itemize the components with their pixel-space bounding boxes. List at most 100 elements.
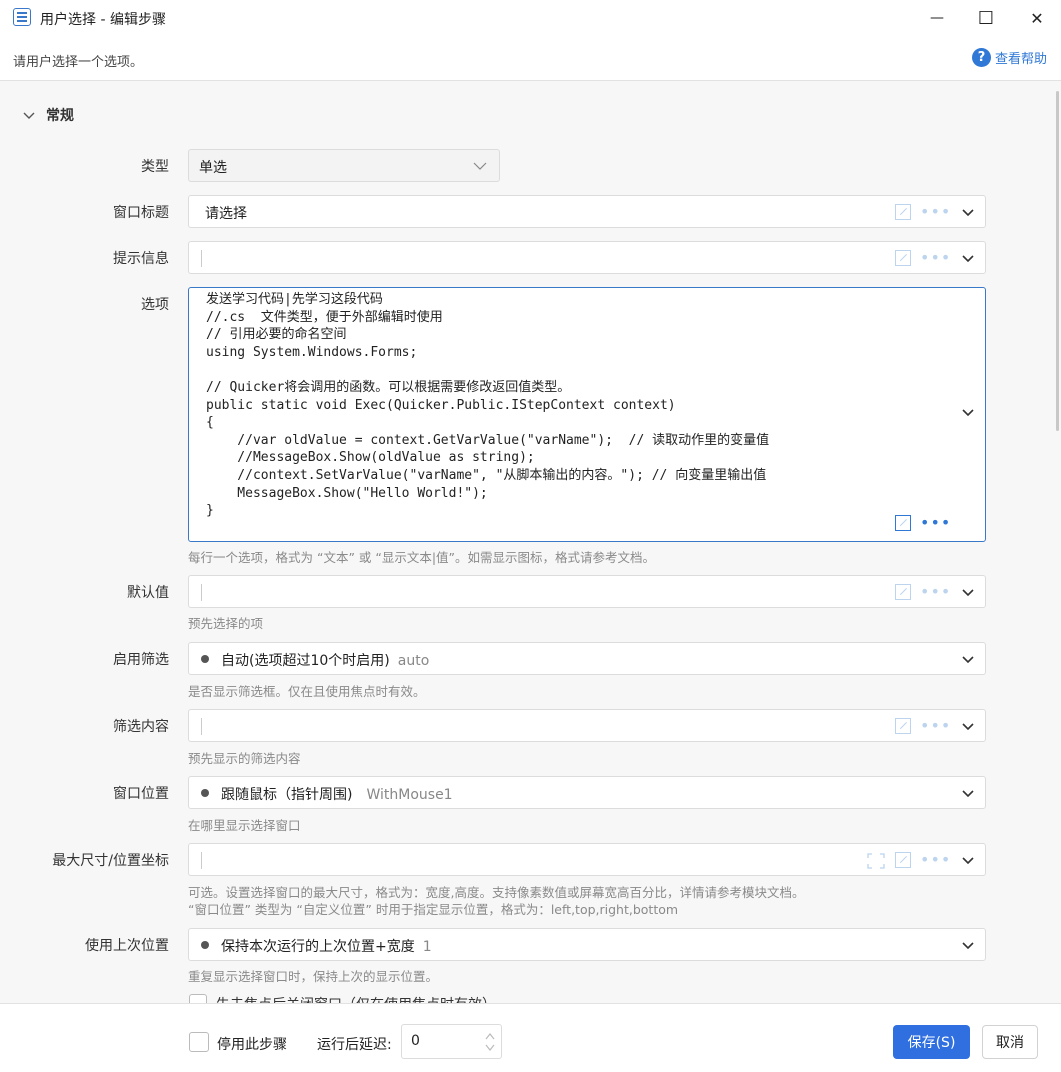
use-last-position-select[interactable]: 保持本次运行的上次位置+宽度 1 [188,928,986,961]
title-bar: 用户选择 - 编辑步骤 — ☐ ✕ [0,0,1061,36]
type-label: 类型 [141,159,169,175]
max-size-hint-line2: “窗口位置” 类型为 “自定义位置” 时用于指定显示位置，格式为：left,to… [188,902,679,917]
type-select[interactable]: 单选 [188,149,500,182]
options-editor[interactable]: 发送学习代码|先学习这段代码 //.cs 文件类型，便于外部编辑时使用 // 引用必… [188,287,986,542]
chevron-down-icon[interactable] [961,405,975,419]
expand-editor-icon[interactable] [895,852,911,868]
expand-editor-icon[interactable] [895,204,911,220]
enable-filter-value: 自动(选项超过10个时启用) auto [221,653,430,669]
window-title-label: 窗口标题 [113,205,169,221]
options-line: 发送学习代码|先学习这段代码 [206,292,383,307]
screen-region-icon[interactable] [867,853,885,869]
options-line: using System.Windows.Forms; [206,344,418,360]
enable-filter-hint: 是否显示筛选框。仅在且使用焦点时有效。 [188,684,426,699]
default-value-input[interactable]: ••• [188,575,986,608]
window-title-value: 请选择 [205,206,247,222]
options-line: //MessageBox.Show(oldValue as string); [206,450,535,466]
options-text[interactable]: 发送学习代码|先学习这段代码 //.cs 文件类型，便于外部编辑时使用 // 引用必… [206,291,769,520]
settings-panel[interactable]: 常规 类型 单选 窗口标题 请选择 ••• 提示信息 ••• 选项 发送学习代码… [0,81,1061,1003]
window-title: 用户选择 - 编辑步骤 [40,12,166,28]
more-options-icon[interactable]: ••• [920,515,951,531]
expand-editor-icon[interactable] [895,584,911,600]
chevron-down-icon[interactable] [961,938,975,952]
type-value: 单选 [199,160,227,176]
expand-editor-icon[interactable] [895,250,911,266]
option-dot-icon [201,789,209,797]
use-last-position-hint: 重复显示选择窗口时，保持上次的显示位置。 [188,969,439,984]
chevron-down-icon[interactable] [961,585,975,599]
window-position-hint: 在哪里显示选择窗口 [188,818,301,833]
default-value-hint: 预先选择的项 [188,616,264,631]
window-position-value: 跟随鼠标（指针周围) WithMouse1 [221,787,453,803]
max-size-input[interactable]: ••• [188,843,986,876]
more-options-icon[interactable]: ••• [920,204,951,220]
step-description: 请用户选择一个选项。 [13,55,144,70]
disable-step-label: 停用此步骤 [217,1037,287,1053]
close-on-blur-checkbox[interactable] [189,994,207,1003]
options-line: public static void Exec(Quicker.Public.I… [206,397,676,413]
text-cursor [201,718,202,735]
help-link[interactable]: ? 查看帮助 [971,48,1047,67]
description-bar: 请用户选择一个选项。 ? 查看帮助 [0,36,1061,81]
more-options-icon[interactable]: ••• [920,718,951,734]
enable-filter-select[interactable]: 自动(选项超过10个时启用) auto [188,642,986,675]
close-icon: ✕ [1030,8,1044,28]
chevron-down-icon[interactable] [961,251,975,265]
use-last-position-label: 使用上次位置 [85,938,169,954]
default-value-label: 默认值 [127,585,169,601]
max-size-label: 最大尺寸/位置坐标 [52,853,169,869]
chevron-down-icon[interactable] [961,652,975,666]
expand-editor-icon[interactable] [895,718,911,734]
options-line: // Quicker将会调用的函数。可以根据需要修改返回值类型。 [206,379,571,395]
more-options-icon[interactable]: ••• [920,250,951,266]
maximize-button[interactable]: ☐ [963,0,1009,36]
text-cursor [201,250,202,267]
save-button[interactable]: 保存(S) [893,1025,970,1059]
option-dot-icon [201,941,209,949]
minimize-button[interactable]: — [914,0,960,36]
maximize-icon: ☐ [977,7,995,29]
close-button[interactable]: ✕ [1014,0,1060,36]
filter-content-label: 筛选内容 [113,719,169,735]
options-line: } [206,503,214,519]
app-list-icon [13,8,31,26]
stepper-arrows-icon[interactable] [484,1031,496,1053]
window-position-select[interactable]: 跟随鼠标（指针周围) WithMouse1 [188,776,986,809]
cancel-button[interactable]: 取消 [982,1025,1038,1059]
footer-bar: 停用此步骤 运行后延迟: 0 保存(S) 取消 [0,1003,1061,1072]
chevron-down-icon[interactable] [961,719,975,733]
section-general-header[interactable]: 常规 [22,105,74,125]
text-cursor [201,852,202,869]
more-options-icon[interactable]: ••• [920,852,951,868]
chevron-down-icon[interactable] [961,853,975,867]
options-line: // 引用必要的命名空间 [206,327,347,343]
minimize-icon: — [930,10,944,26]
prompt-label: 提示信息 [113,251,169,267]
filter-content-input[interactable]: ••• [188,709,986,742]
disable-step-checkbox[interactable] [189,1032,209,1052]
window-title-input[interactable]: 请选择 ••• [188,195,986,228]
delay-stepper[interactable]: 0 [401,1024,502,1059]
scrollbar-thumb[interactable] [1056,91,1059,431]
enable-filter-label: 启用筛选 [113,652,169,668]
expand-editor-icon[interactable] [895,515,911,531]
options-line: //var oldValue = context.GetVarValue("va… [206,432,770,448]
options-line [206,361,769,379]
help-label: 查看帮助 [994,52,1047,67]
chevron-down-icon [473,162,487,170]
options-line: //.cs 文件类型，便于外部编辑时使用 [206,309,443,325]
options-line: MessageBox.Show("Hello World!"); [206,485,488,501]
options-line: { [206,415,214,431]
window-position-label: 窗口位置 [113,786,169,802]
delay-label: 运行后延迟: [317,1037,392,1053]
help-icon: ? [971,48,991,67]
chevron-down-icon[interactable] [961,786,975,800]
option-dot-icon [201,655,209,663]
use-last-position-value: 保持本次运行的上次位置+宽度 1 [221,939,432,955]
prompt-input[interactable]: ••• [188,241,986,274]
options-label: 选项 [141,297,169,313]
chevron-down-icon[interactable] [961,205,975,219]
more-options-icon[interactable]: ••• [920,584,951,600]
close-on-blur-label: 失去焦点后关闭窗口（仅在使用焦点时有效） [216,994,496,1003]
filter-content-hint: 预先显示的筛选内容 [188,751,301,766]
